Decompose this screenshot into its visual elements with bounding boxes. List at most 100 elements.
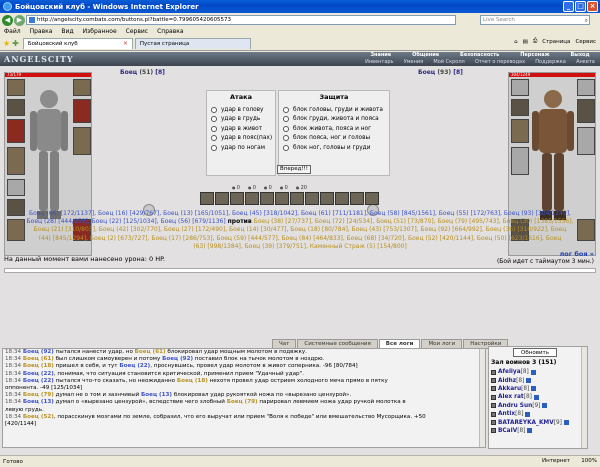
home-icon[interactable]: ⌂ bbox=[514, 39, 518, 45]
menu-help[interactable]: Справка bbox=[157, 27, 183, 37]
page-menu[interactable]: Страница bbox=[542, 39, 570, 45]
attack-radio[interactable] bbox=[211, 144, 217, 151]
r-earring-slot[interactable] bbox=[511, 99, 529, 116]
defense-radio[interactable] bbox=[283, 106, 289, 113]
menu-favorites[interactable]: Избранное bbox=[83, 27, 117, 37]
r-gloves-slot[interactable] bbox=[577, 99, 595, 123]
skill-slot[interactable] bbox=[200, 192, 214, 205]
nav-transfers[interactable]: Отчет о переводах bbox=[475, 59, 525, 66]
skill-slot[interactable] bbox=[320, 192, 334, 205]
info-icon[interactable] bbox=[530, 369, 536, 375]
battle-log-link[interactable]: лог боя » bbox=[559, 250, 594, 258]
helmet-slot[interactable] bbox=[7, 79, 25, 96]
maximize-button[interactable]: □ bbox=[575, 1, 586, 12]
skill-slot[interactable] bbox=[230, 192, 244, 205]
address-input[interactable]: http://angelscity.combats.com/buttons.pl… bbox=[26, 15, 456, 25]
belt-slot[interactable] bbox=[7, 179, 25, 196]
search-input[interactable]: Live Search ⌕ bbox=[480, 15, 590, 25]
nav-profile[interactable]: Анкета bbox=[576, 59, 595, 66]
back-icon[interactable]: ◀ bbox=[2, 14, 13, 26]
favorites-star-icon[interactable]: ★ bbox=[3, 39, 10, 48]
skill-slot[interactable] bbox=[335, 192, 349, 205]
forward-icon[interactable]: ▶ bbox=[14, 14, 25, 26]
skill-slot[interactable] bbox=[275, 192, 289, 205]
skill-slot[interactable] bbox=[350, 192, 364, 205]
skill-slot[interactable] bbox=[245, 192, 259, 205]
defense-option[interactable]: блок ног, головы и груди bbox=[279, 143, 389, 153]
skill-slot[interactable] bbox=[215, 192, 229, 205]
nav-inventory[interactable]: Инвентарь bbox=[365, 59, 393, 66]
nav-exit[interactable]: Выход bbox=[571, 52, 590, 59]
skill-slot[interactable] bbox=[305, 192, 319, 205]
defense-option[interactable]: блок пояса, ног и головы bbox=[279, 134, 389, 144]
attack-radio[interactable] bbox=[211, 135, 217, 142]
nav-scroll[interactable]: Мой Скролл bbox=[433, 59, 464, 66]
r-shield-slot[interactable] bbox=[577, 127, 595, 155]
attack-option[interactable]: удар в живот bbox=[207, 124, 275, 134]
feeds-icon[interactable]: ▤ bbox=[523, 39, 528, 45]
attack-option[interactable]: удар в пояс(пах) bbox=[207, 134, 275, 144]
attack-option[interactable]: удар в грудь bbox=[207, 115, 275, 125]
players-scrollbar[interactable] bbox=[581, 347, 587, 448]
defense-radio[interactable] bbox=[283, 135, 289, 142]
search-icon[interactable]: ⌕ bbox=[585, 17, 588, 25]
tab-blank[interactable]: Пустая страница bbox=[134, 38, 251, 49]
print-icon[interactable]: ⎙ bbox=[533, 38, 537, 45]
defense-option[interactable]: блок головы, груди и живота bbox=[279, 105, 389, 115]
player-item[interactable]: Alex rat [8] bbox=[491, 393, 583, 401]
defense-radio[interactable] bbox=[283, 116, 289, 123]
player-item[interactable]: Antix [8] bbox=[491, 410, 583, 418]
go-button[interactable]: Вперед!!! bbox=[277, 165, 311, 174]
player-item[interactable]: Akkaru [8] bbox=[491, 385, 583, 393]
info-icon[interactable] bbox=[531, 386, 537, 392]
close-tab-icon[interactable]: × bbox=[123, 39, 128, 49]
gloves-slot[interactable] bbox=[73, 99, 91, 123]
r-armor-slot[interactable] bbox=[511, 119, 529, 143]
earring-slot[interactable] bbox=[7, 99, 25, 116]
log-scrollbar[interactable] bbox=[479, 349, 485, 447]
r-amulet-slot[interactable] bbox=[577, 79, 595, 96]
defense-radio[interactable] bbox=[283, 125, 289, 132]
skill-slot[interactable] bbox=[290, 192, 304, 205]
info-icon[interactable] bbox=[527, 428, 533, 434]
attack-option[interactable]: удар в голову bbox=[207, 105, 275, 115]
shield-slot[interactable] bbox=[73, 127, 91, 155]
attack-option[interactable]: удар по ногам bbox=[207, 143, 275, 153]
defense-option[interactable]: блок живота, пояса и ног bbox=[279, 124, 389, 134]
tab-fight-club[interactable]: Бойцовский клуб × bbox=[22, 38, 133, 49]
player-item[interactable]: BCaIV [8] bbox=[491, 427, 583, 435]
menu-tools[interactable]: Сервис bbox=[126, 27, 148, 37]
attack-radio[interactable] bbox=[211, 106, 217, 113]
armor-slot[interactable] bbox=[7, 119, 25, 143]
nav-security[interactable]: Безопасность bbox=[460, 52, 499, 59]
info-icon[interactable] bbox=[542, 403, 548, 409]
nav-knowledge[interactable]: Знание bbox=[370, 52, 391, 59]
info-icon[interactable] bbox=[563, 420, 569, 426]
nav-support[interactable]: Поддержка bbox=[535, 59, 566, 66]
defense-option[interactable]: блок груди, живота и пояса bbox=[279, 115, 389, 125]
info-icon[interactable] bbox=[533, 394, 539, 400]
r-weapon-slot[interactable] bbox=[511, 147, 529, 175]
skill-slot[interactable] bbox=[365, 192, 379, 205]
zoom-level[interactable]: 100% bbox=[581, 458, 597, 464]
amulet-slot[interactable] bbox=[73, 79, 91, 96]
attack-radio[interactable] bbox=[211, 116, 217, 123]
info-icon[interactable] bbox=[526, 378, 532, 384]
player-item[interactable]: Andru Sun [9] bbox=[491, 402, 583, 410]
nav-character[interactable]: Персонаж bbox=[520, 52, 549, 59]
player-item[interactable]: Afeliya [8] bbox=[491, 368, 583, 376]
nav-chat[interactable]: Общение bbox=[412, 52, 439, 59]
menu-view[interactable]: Вид bbox=[61, 27, 73, 37]
refresh-button[interactable]: Обновить bbox=[513, 348, 557, 357]
close-button[interactable]: × bbox=[587, 1, 598, 12]
skill-slot[interactable] bbox=[260, 192, 274, 205]
menu-file[interactable]: Файл bbox=[4, 27, 21, 37]
add-favorite-icon[interactable]: ✚ bbox=[12, 39, 19, 48]
minimize-button[interactable]: _ bbox=[563, 1, 574, 12]
tools-menu[interactable]: Сервис bbox=[575, 39, 596, 45]
menu-edit[interactable]: Правка bbox=[30, 27, 53, 37]
attack-radio[interactable] bbox=[211, 125, 217, 132]
r-helmet-slot[interactable] bbox=[511, 79, 529, 96]
player-item[interactable]: BATAREYKA_KMV [9] bbox=[491, 418, 583, 426]
defense-radio[interactable] bbox=[283, 144, 289, 151]
